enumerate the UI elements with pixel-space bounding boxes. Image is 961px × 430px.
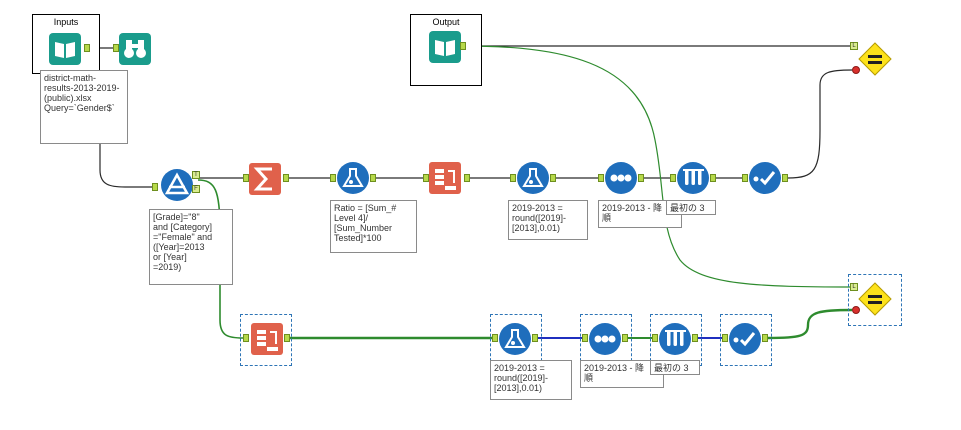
book-icon bbox=[429, 31, 461, 63]
annotation-sample-bottom: 最初の 3 bbox=[650, 360, 700, 375]
formula-icon bbox=[337, 162, 369, 194]
input-anchor[interactable] bbox=[510, 174, 516, 182]
output-anchor[interactable] bbox=[710, 174, 716, 182]
cross-tab-icon bbox=[251, 323, 283, 355]
formula-icon bbox=[499, 323, 531, 355]
output-anchor[interactable] bbox=[84, 44, 90, 52]
sample-tool[interactable] bbox=[676, 161, 710, 195]
input-anchor[interactable] bbox=[598, 174, 604, 182]
connection-select-test-bottom bbox=[767, 308, 853, 340]
cross-tab-tool[interactable] bbox=[428, 161, 462, 195]
output-anchor[interactable] bbox=[638, 174, 644, 182]
browse-tool[interactable] bbox=[118, 32, 152, 66]
input-anchor[interactable] bbox=[423, 174, 429, 182]
output-anchor[interactable] bbox=[532, 334, 538, 342]
formula-icon bbox=[517, 162, 549, 194]
left-anchor[interactable]: L bbox=[850, 283, 858, 291]
right-anchor[interactable] bbox=[852, 66, 860, 74]
input-anchor[interactable] bbox=[722, 334, 728, 342]
sample-tool-bottom[interactable] bbox=[658, 322, 692, 356]
select-tool[interactable] bbox=[748, 161, 782, 195]
test-tubes-icon bbox=[677, 162, 709, 194]
cross-tab-tool-bottom[interactable] bbox=[250, 322, 284, 356]
test-icon bbox=[858, 42, 892, 76]
annotation-ratio-formula: Ratio = [Sum_# Level 4]/ [Sum_Number Tes… bbox=[330, 200, 417, 253]
test-tool-bottom[interactable] bbox=[858, 282, 892, 316]
output-anchor[interactable] bbox=[460, 42, 466, 50]
output-anchor[interactable] bbox=[284, 334, 290, 342]
annotation-sample-top: 最初の 3 bbox=[666, 200, 716, 215]
summarize-tool[interactable] bbox=[248, 162, 282, 196]
output-anchor[interactable] bbox=[622, 334, 628, 342]
input-anchor[interactable] bbox=[582, 334, 588, 342]
output-anchor[interactable] bbox=[283, 174, 289, 182]
sample-icon bbox=[605, 162, 637, 194]
left-anchor[interactable]: L bbox=[850, 42, 858, 50]
annotation-input-file: district-math-results-2013-2019-(public)… bbox=[40, 70, 128, 144]
cross-tab-icon bbox=[429, 162, 461, 194]
input-anchor[interactable] bbox=[652, 334, 658, 342]
input-anchor[interactable] bbox=[492, 334, 498, 342]
test-tubes-icon bbox=[659, 323, 691, 355]
input-anchor[interactable] bbox=[670, 174, 676, 182]
formula-tool[interactable] bbox=[336, 161, 370, 195]
sort-tool-bottom[interactable] bbox=[588, 322, 622, 356]
output-anchor[interactable] bbox=[762, 334, 768, 342]
output-anchor[interactable] bbox=[692, 334, 698, 342]
input-anchor[interactable] bbox=[243, 334, 249, 342]
test-icon bbox=[858, 282, 892, 316]
test-tool-top[interactable] bbox=[858, 42, 892, 76]
filter-icon bbox=[161, 169, 193, 201]
input-anchor[interactable] bbox=[742, 174, 748, 182]
true-anchor[interactable]: T bbox=[192, 171, 200, 179]
annotation-diff-formula-bottom: 2019-2013 = round([2019]- [2013],0.01) bbox=[490, 360, 572, 400]
input-anchor[interactable] bbox=[152, 183, 158, 191]
input-anchor[interactable] bbox=[113, 44, 119, 52]
select-icon bbox=[729, 323, 761, 355]
summarize-icon bbox=[249, 163, 281, 195]
false-anchor[interactable]: F bbox=[192, 185, 200, 193]
select-icon bbox=[749, 162, 781, 194]
binoculars-icon bbox=[119, 33, 151, 65]
right-anchor[interactable] bbox=[852, 306, 860, 314]
container-title: Inputs bbox=[53, 17, 79, 27]
input-anchor[interactable] bbox=[243, 174, 249, 182]
select-tool-bottom[interactable] bbox=[728, 322, 762, 356]
output-anchor[interactable] bbox=[370, 174, 376, 182]
connection-select-test-top bbox=[787, 69, 853, 179]
input-data-tool[interactable] bbox=[48, 32, 82, 66]
annotation-diff-formula-top: 2019-2013 = round([2019]- [2013],0.01) bbox=[508, 200, 588, 240]
output-anchor[interactable] bbox=[550, 174, 556, 182]
sort-tool[interactable] bbox=[604, 161, 638, 195]
formula-tool[interactable] bbox=[516, 161, 550, 195]
output-anchor[interactable] bbox=[782, 174, 788, 182]
annotation-filter: [Grade]="8" and [Category] ="Female" and… bbox=[149, 209, 233, 285]
filter-tool[interactable] bbox=[160, 168, 194, 202]
output-anchor[interactable] bbox=[464, 174, 470, 182]
input-anchor[interactable] bbox=[330, 174, 336, 182]
formula-tool-bottom[interactable] bbox=[498, 322, 532, 356]
sample-icon bbox=[589, 323, 621, 355]
container-title: Output bbox=[432, 17, 460, 27]
book-icon bbox=[49, 33, 81, 65]
output-data-tool[interactable] bbox=[428, 30, 462, 64]
